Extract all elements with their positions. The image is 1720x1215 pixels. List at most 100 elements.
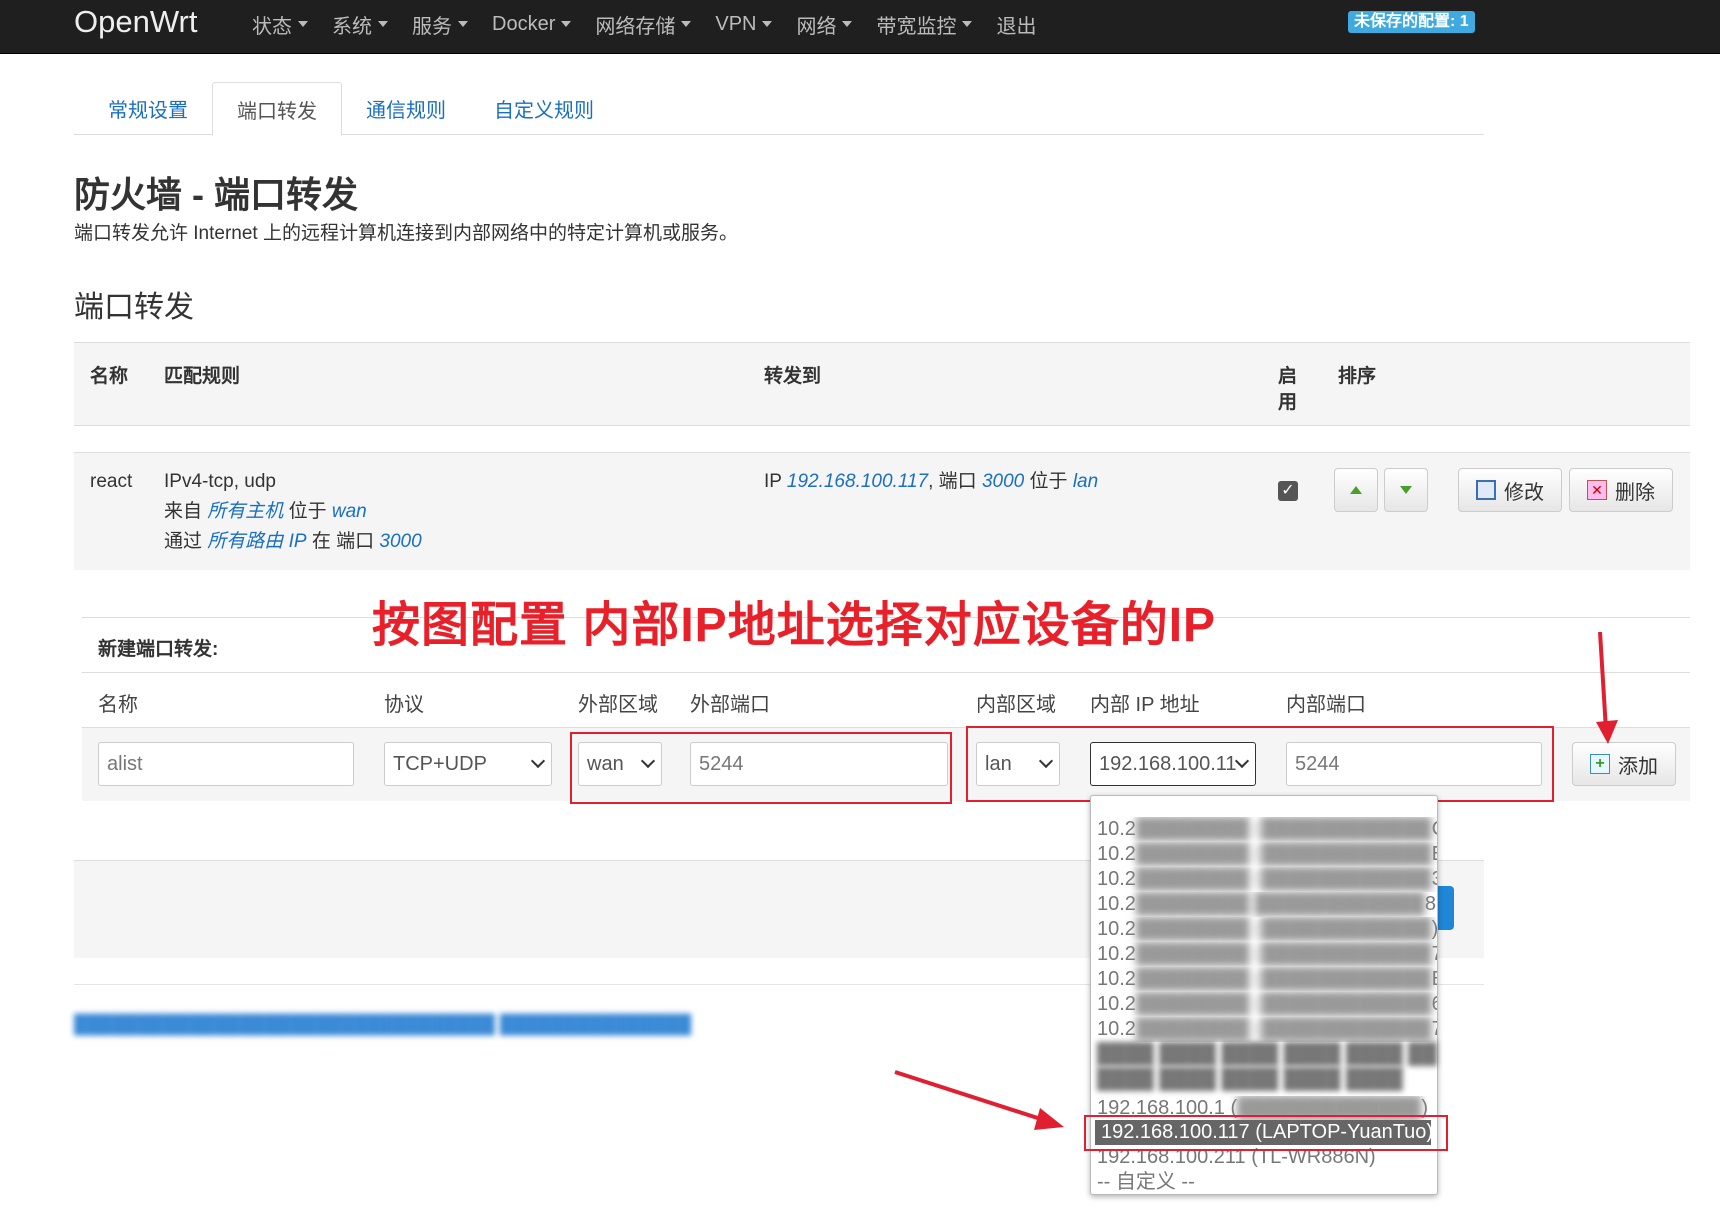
blurred-region: ████████ (████████████ bbox=[1135, 868, 1432, 890]
caret-down-icon bbox=[762, 21, 773, 27]
menu-docker[interactable]: Docker bbox=[480, 0, 583, 48]
brand-logo[interactable]: OpenWrt bbox=[74, 4, 197, 40]
menu-status[interactable]: 状态 bbox=[240, 0, 320, 48]
forward-ip: 192.168.100.117 bbox=[786, 471, 929, 492]
option-suffix: C) bbox=[1432, 818, 1437, 840]
caret-down-icon bbox=[962, 21, 973, 27]
tab-general[interactable]: 常规设置 bbox=[84, 82, 212, 135]
arrow-to-selected-ip bbox=[894, 1070, 1051, 1124]
forward-port: 3000 bbox=[981, 471, 1025, 492]
match-via: 通过 所有路由 IP 在 端口 3000 bbox=[164, 527, 422, 557]
highlight-box-internal bbox=[966, 726, 1554, 802]
menu-network[interactable]: 网络 bbox=[784, 0, 864, 48]
dropdown-option[interactable]: 10.2████████ (████████████E) bbox=[1091, 842, 1437, 867]
forward-zone: lan bbox=[1072, 471, 1099, 492]
name-input[interactable]: alist bbox=[98, 742, 354, 786]
navbar: OpenWrt 状态 系统 服务 Docker 网络存储 VPN 网络 带宽监控… bbox=[0, 0, 1720, 54]
label-ext-zone: 外部区域 bbox=[578, 694, 658, 716]
match-protocol: IPv4-tcp, udp bbox=[164, 471, 276, 492]
move-down-button[interactable] bbox=[1384, 468, 1428, 512]
delete-button[interactable]: ✕ 删除 bbox=[1569, 468, 1673, 512]
label-int-ip: 内部 IP 地址 bbox=[1090, 694, 1200, 716]
caret-down-icon bbox=[561, 21, 572, 27]
rule-name: react bbox=[90, 471, 133, 492]
rule-forward: IP 192.168.100.117, 端口 3000 位于 lan bbox=[764, 467, 1098, 497]
highlight-box-selected-ip bbox=[1084, 1115, 1448, 1151]
add-label: 添加 bbox=[1618, 755, 1658, 778]
rule-match: IPv4-tcp, udp 来自 所有主机 位于 wan 通过 所有路由 IP … bbox=[164, 467, 422, 557]
tab-custom-rules[interactable]: 自定义规则 bbox=[470, 82, 618, 135]
menu-vpn[interactable]: VPN bbox=[703, 0, 784, 48]
option-suffix: 3) bbox=[1432, 868, 1437, 890]
option-suffix: 6) bbox=[1432, 993, 1437, 1015]
label-protocol: 协议 bbox=[384, 694, 424, 716]
dropdown-option[interactable]: 10.2████████ ████████████81) bbox=[1091, 892, 1437, 917]
option-prefix: 10.2 bbox=[1097, 818, 1136, 840]
match-on-label: 在 端口 bbox=[311, 531, 375, 552]
option-suffix: E) bbox=[1432, 843, 1437, 865]
forward-port-label: , 端口 bbox=[928, 471, 977, 492]
menu-label: VPN bbox=[715, 12, 757, 35]
header-sort: 排序 bbox=[1338, 366, 1377, 387]
dropdown-option-ipv6[interactable]: ████ ████ ████ ████ ████ ████ ████ ███ bbox=[1091, 1042, 1437, 1067]
menu-services[interactable]: 服务 bbox=[400, 0, 480, 48]
menu-label: 网络存储 bbox=[595, 15, 676, 38]
option-suffix: B) bbox=[1432, 968, 1437, 990]
header-name: 名称 bbox=[90, 366, 129, 387]
menu-logout[interactable]: 退出 bbox=[984, 0, 1048, 48]
menu-label: 网络 bbox=[796, 15, 837, 38]
delete-label: 删除 bbox=[1615, 481, 1655, 504]
dropdown-option[interactable]: 10.2████████ (████████████B) bbox=[1091, 967, 1437, 992]
option-prefix: 10.2 bbox=[1097, 893, 1136, 915]
tab-port-forward[interactable]: 端口转发 bbox=[212, 82, 342, 136]
menu-label: 状态 bbox=[252, 15, 292, 38]
menu-label: 系统 bbox=[332, 15, 372, 38]
option-prefix: 10.2 bbox=[1097, 968, 1136, 990]
footer-powered-by: █████████████████████████████████ ██████… bbox=[74, 1014, 692, 1034]
match-at-label: 位于 bbox=[288, 501, 327, 522]
match-port: 3000 bbox=[379, 531, 422, 552]
dropdown-option[interactable]: 10.2████████ (████████████6) bbox=[1091, 992, 1437, 1017]
dropdown-option[interactable]: 10.2████████ (████████████C) bbox=[1091, 817, 1437, 842]
menu-system[interactable]: 系统 bbox=[320, 0, 400, 48]
move-up-button[interactable] bbox=[1334, 468, 1378, 512]
page-description: 端口转发允许 Internet 上的远程计算机连接到内部网络中的特定计算机或服务… bbox=[74, 223, 738, 244]
menu-bandwidth[interactable]: 带宽监控 bbox=[864, 0, 984, 48]
menu-label: 带宽监控 bbox=[876, 15, 957, 38]
blurred-region: ████████ (████████████ bbox=[1135, 943, 1432, 965]
arrowhead-icon bbox=[1034, 1108, 1064, 1130]
dropdown-option-ipv6[interactable]: ████ ████ ████ ████ ████ bbox=[1091, 1067, 1437, 1092]
add-icon: + bbox=[1590, 754, 1610, 774]
blurred-region: ████████ (████████████ bbox=[1135, 818, 1432, 840]
match-via-label: 通过 bbox=[164, 531, 203, 552]
dropdown-option[interactable]: 10.2████████ (████████████3) bbox=[1091, 867, 1437, 892]
protocol-select[interactable]: TCP+UDP bbox=[384, 742, 552, 786]
annotation-text: 按图配置 内部IP地址选择对应设备的IP bbox=[372, 599, 1217, 652]
dropdown-option[interactable]: 10.2████████ (████████████7) bbox=[1091, 1017, 1437, 1042]
blurred-region: ████████ (████████████ bbox=[1135, 1018, 1432, 1040]
edit-button[interactable]: 修改 bbox=[1458, 468, 1562, 512]
unsaved-changes-badge[interactable]: 未保存的配置: 1 bbox=[1348, 11, 1475, 33]
menu-nas[interactable]: 网络存储 bbox=[583, 0, 703, 48]
enabled-checkbox[interactable]: ✓ bbox=[1278, 481, 1298, 501]
dropdown-option[interactable]: 10.2████████ (████████████7) bbox=[1091, 942, 1437, 967]
caret-down-icon bbox=[842, 21, 853, 27]
blurred-region: ████████ (████████████ bbox=[1135, 993, 1432, 1015]
match-all-router: 所有路由 IP bbox=[207, 531, 307, 552]
protocol-value: TCP+UDP bbox=[393, 752, 487, 775]
forward-ip-label: IP bbox=[764, 471, 782, 492]
tab-traffic-rules[interactable]: 通信规则 bbox=[342, 82, 470, 135]
table-header: 名称 匹配规则 转发到 启 用 排序 bbox=[74, 342, 1690, 426]
caret-down-icon bbox=[458, 21, 468, 27]
option-suffix: 81) bbox=[1424, 893, 1437, 915]
dropdown-option[interactable]: 10.2████████ (████████████) bbox=[1091, 917, 1437, 942]
match-all-hosts: 所有主机 bbox=[207, 501, 284, 522]
option-suffix: 7) bbox=[1432, 943, 1437, 965]
label-name: 名称 bbox=[98, 694, 138, 716]
label-ext-port: 外部端口 bbox=[690, 694, 770, 716]
match-source: 来自 所有主机 位于 wan bbox=[164, 497, 422, 527]
new-rule-title: 新建端口转发: bbox=[98, 639, 219, 660]
dropdown-option-custom[interactable]: -- 自定义 -- bbox=[1091, 1170, 1437, 1195]
menu-label: 退出 bbox=[996, 15, 1037, 38]
add-button[interactable]: + 添加 bbox=[1572, 742, 1676, 786]
